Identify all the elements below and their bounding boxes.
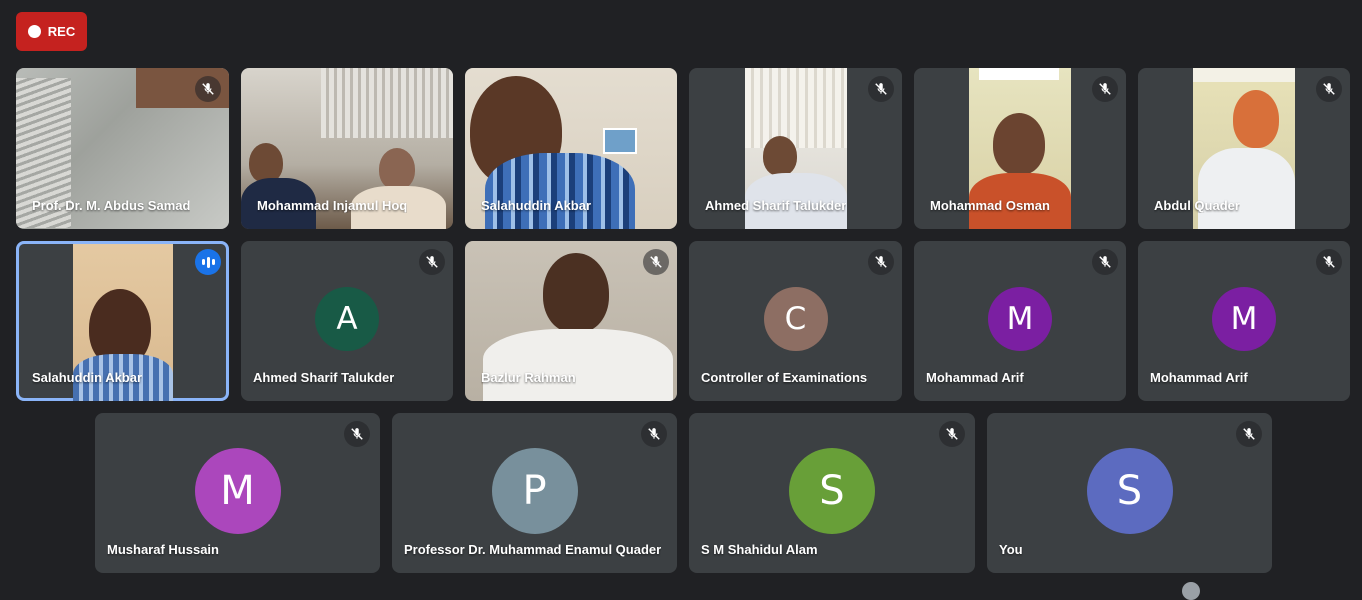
participant-tile[interactable]: S S M Shahidul Alam	[689, 413, 975, 573]
recording-label: REC	[47, 24, 76, 39]
participant-tile[interactable]: Mohammad Osman	[914, 68, 1126, 229]
participant-name: Musharaf Hussain	[107, 542, 219, 557]
participant-tile[interactable]: P Professor Dr. Muhammad Enamul Quader	[392, 413, 677, 573]
participant-tile[interactable]: A Ahmed Sharif Talukder	[241, 241, 453, 401]
avatar: A	[315, 287, 379, 351]
participant-tile[interactable]: Mohammad Injamul Hoq	[241, 68, 453, 229]
participant-name: Controller of Examinations	[701, 370, 868, 385]
participant-name: Mohammad Injamul Hoq	[257, 198, 408, 213]
mic-off-icon	[939, 421, 965, 447]
participant-tile[interactable]: Bazlur Rahman	[465, 241, 677, 401]
avatar: M	[194, 448, 281, 534]
mic-off-icon	[868, 76, 894, 102]
recording-badge[interactable]: REC	[16, 12, 87, 51]
mic-off-icon	[344, 421, 370, 447]
participant-tile-active-speaker[interactable]: Salahuddin Akbar	[16, 241, 229, 401]
participant-tile[interactable]: Salahuddin Akbar	[465, 68, 677, 229]
participant-name: Ahmed Sharif Talukder	[253, 370, 395, 385]
participant-name: Professor Dr. Muhammad Enamul Quader	[404, 542, 662, 557]
avatar: C	[763, 287, 828, 351]
avatar: S	[1086, 448, 1173, 534]
mic-off-icon	[1316, 76, 1342, 102]
mic-off-icon	[1236, 421, 1262, 447]
mic-off-icon	[195, 76, 221, 102]
participant-name: Salahuddin Akbar	[32, 370, 143, 385]
avatar: P	[491, 448, 578, 534]
participant-tile[interactable]: M Mohammad Arif	[914, 241, 1126, 401]
avatar: M	[988, 287, 1052, 351]
participant-tile[interactable]: Abdul Quader	[1138, 68, 1350, 229]
participant-tile[interactable]: M Mohammad Arif	[1138, 241, 1350, 401]
mic-off-icon	[868, 249, 894, 275]
participant-name: You	[999, 542, 1023, 557]
participant-name: Ahmed Sharif Talukder	[705, 198, 847, 213]
participant-tile-self[interactable]: S You	[987, 413, 1272, 573]
mic-off-icon	[1316, 249, 1342, 275]
audio-level-icon	[195, 249, 221, 275]
mic-off-icon	[419, 249, 445, 275]
participant-tile[interactable]: C Controller of Examinations	[689, 241, 902, 401]
record-dot-icon	[27, 25, 41, 38]
participant-tile[interactable]: Ahmed Sharif Talukder	[689, 68, 902, 229]
participant-name: Mohammad Arif	[926, 370, 1024, 385]
avatar: M	[1212, 287, 1276, 351]
mic-off-icon	[1092, 76, 1118, 102]
mic-off-icon	[641, 421, 667, 447]
avatar: S	[789, 448, 875, 534]
participant-name: Salahuddin Akbar	[481, 198, 592, 213]
participant-name: S M Shahidul Alam	[701, 542, 818, 557]
participant-name: Mohammad Arif	[1150, 370, 1248, 385]
participant-tile[interactable]: M Musharaf Hussain	[95, 413, 380, 573]
participant-name: Mohammad Osman	[930, 198, 1050, 213]
participant-name: Prof. Dr. M. Abdus Samad	[32, 198, 191, 213]
participant-name: Abdul Quader	[1154, 198, 1240, 213]
pointer-indicator	[1182, 582, 1200, 600]
mic-off-icon	[1092, 249, 1118, 275]
participant-tile[interactable]: Prof. Dr. M. Abdus Samad	[16, 68, 229, 229]
participant-name: Bazlur Rahman	[481, 370, 576, 385]
mic-off-icon	[643, 249, 669, 275]
